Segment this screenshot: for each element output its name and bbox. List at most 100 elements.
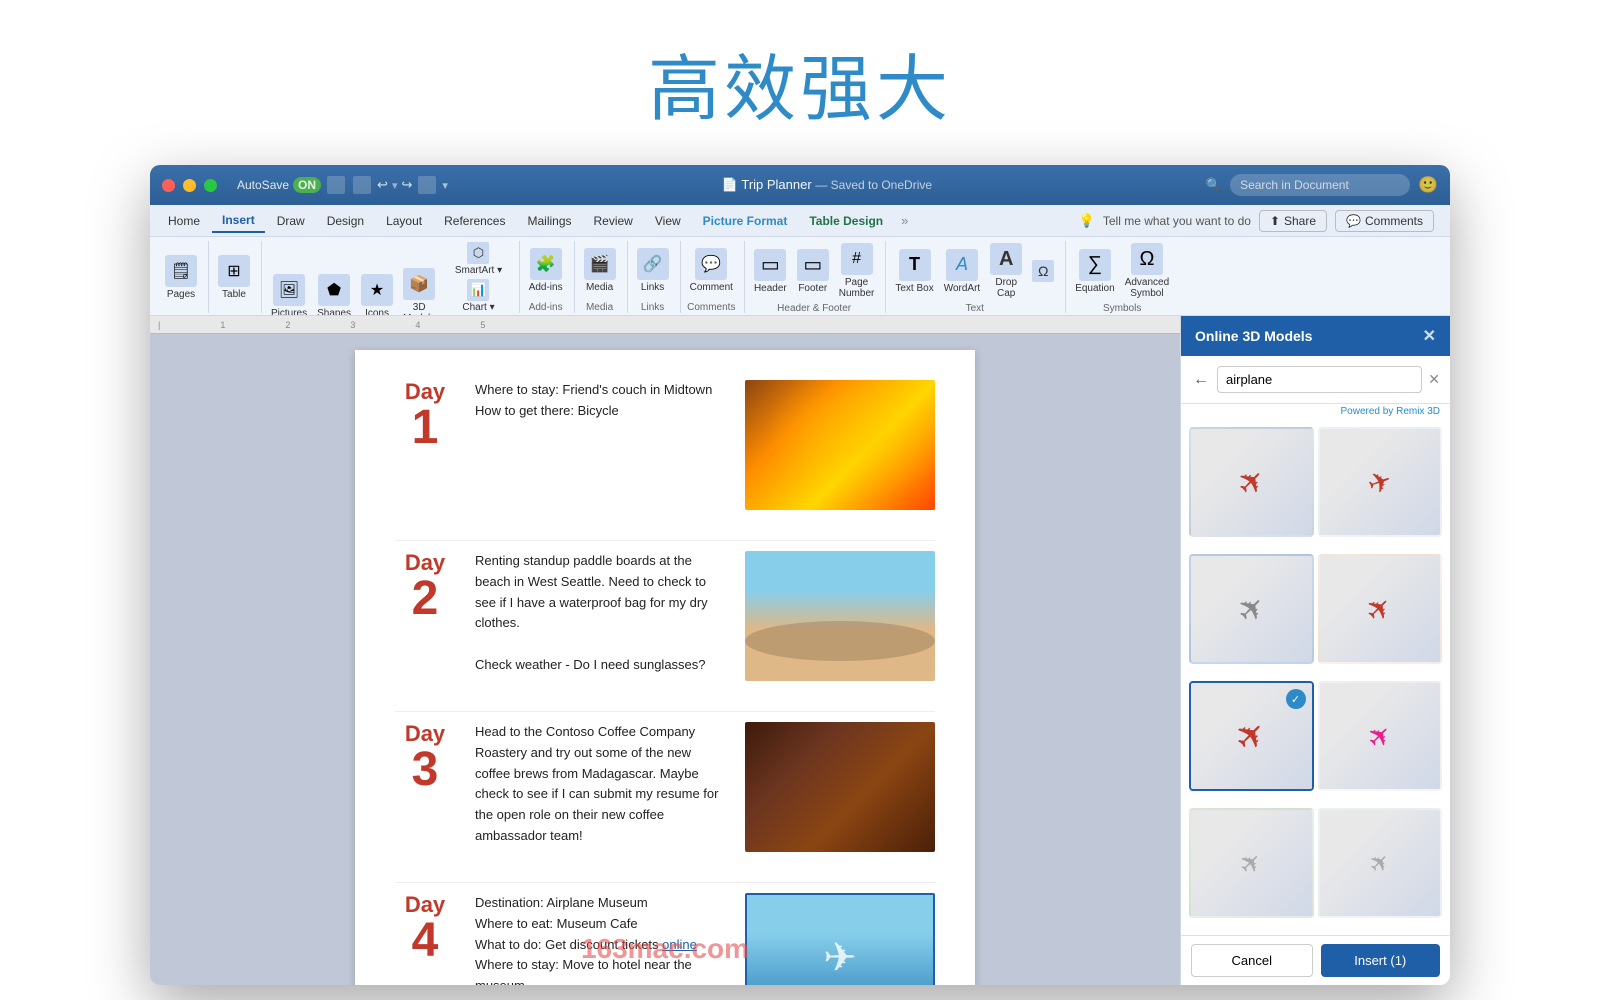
model-1-preview: ✈ (1191, 429, 1312, 535)
table-button[interactable]: ⊞ Table (215, 253, 253, 302)
links-button[interactable]: 🔗 Links (634, 246, 672, 295)
redo-icon[interactable]: ↪ (401, 177, 412, 193)
tab-mailings[interactable]: Mailings (517, 210, 581, 232)
model-item-5[interactable]: ✈ ✓ (1189, 681, 1314, 791)
plane-7-icon: ✈ (1233, 844, 1270, 881)
symbol-dropdown[interactable]: Ω (1029, 259, 1057, 283)
toolbar-icon-1[interactable] (327, 176, 345, 194)
advanced-symbol-icon: Ω (1131, 243, 1163, 275)
addins-button[interactable]: 🧩 Add-ins (526, 246, 566, 295)
title-bar-tools: AutoSave ON ↩ ▾ ↪ ▾ (237, 176, 448, 194)
ribbon-right-actions: 💡 Tell me what you want to do ⬆ Share 💬 … (1079, 210, 1442, 232)
links-icon: 🔗 (637, 248, 669, 280)
plane-5-icon: ✈ (1226, 710, 1277, 761)
3d-models-button[interactable]: 📦 3DModels (400, 266, 438, 315)
footer-label: Footer (798, 283, 827, 294)
advanced-symbol-label: AdvancedSymbol (1125, 277, 1169, 299)
models-grid: ✈ ✈ ✈ ✈ (1181, 423, 1450, 935)
text-box-icon: T (899, 249, 931, 281)
wordart-button[interactable]: A WordArt (941, 247, 984, 296)
share-button[interactable]: ⬆ Share (1259, 210, 1327, 232)
drop-cap-button[interactable]: A DropCap (987, 241, 1025, 301)
tab-table-design[interactable]: Table Design (799, 210, 893, 232)
tab-home[interactable]: Home (158, 210, 210, 232)
undo-icon[interactable]: ↩ (377, 177, 388, 193)
tab-layout[interactable]: Layout (376, 210, 432, 232)
tab-insert[interactable]: Insert (212, 209, 265, 233)
title-bar: AutoSave ON ↩ ▾ ↪ ▾ 📄 Trip Planner — Sav… (150, 165, 1450, 205)
close-button[interactable] (162, 179, 175, 192)
header-footer-group-label: Header & Footer (777, 303, 851, 314)
model-item-3[interactable]: ✈ (1189, 554, 1314, 664)
panel-close-button[interactable]: ✕ (1423, 326, 1436, 346)
tab-design[interactable]: Design (317, 210, 374, 232)
page-number-button[interactable]: # PageNumber (836, 241, 878, 301)
plane-3-icon: ✈ (1228, 586, 1274, 632)
ribbon-group-media: 🎬 Media Media (577, 241, 628, 313)
mac-window: AutoSave ON ↩ ▾ ↪ ▾ 📄 Trip Planner — Sav… (150, 165, 1450, 985)
panel-insert-button[interactable]: Insert (1) (1321, 944, 1441, 977)
page-number-label: PageNumber (839, 277, 875, 299)
model-item-1[interactable]: ✈ (1189, 427, 1314, 537)
day-3-entry: Day 3 Head to the Contoso Coffee Company… (395, 722, 935, 852)
ribbon: Home Insert Draw Design Layout Reference… (150, 205, 1450, 316)
search-in-document-input[interactable] (1230, 174, 1410, 196)
more-tabs-icon[interactable]: » (895, 213, 914, 228)
tab-review[interactable]: Review (584, 210, 643, 232)
undo-arrow: ▾ (392, 179, 398, 192)
model-item-2[interactable]: ✈ (1318, 427, 1443, 537)
pictures-button[interactable]: 🖼 Pictures (268, 272, 310, 316)
toolbar-icon-3[interactable] (418, 176, 436, 194)
text-box-button[interactable]: T Text Box (892, 247, 936, 296)
remix-3d-link[interactable]: Remix 3D (1396, 406, 1440, 417)
header-button[interactable]: ▭ Header (751, 247, 790, 296)
links-label: Links (641, 282, 664, 293)
media-button[interactable]: 🎬 Media (581, 246, 619, 295)
model-item-7[interactable]: ✈ (1189, 808, 1314, 918)
tab-references[interactable]: References (434, 210, 515, 232)
panel-search-clear-button[interactable]: ✕ (1428, 371, 1440, 388)
addins-label: Add-ins (529, 282, 563, 293)
day-1-line-2: How to get there: Bicycle (475, 401, 725, 422)
maximize-button[interactable] (204, 179, 217, 192)
ribbon-group-text: T Text Box A WordArt A DropCap Ω T (888, 241, 1066, 313)
panel-cancel-button[interactable]: Cancel (1191, 944, 1313, 977)
equation-button[interactable]: ∑ Equation (1072, 247, 1117, 296)
document-content: Day 1 Where to stay: Friend's couch in M… (150, 334, 1180, 985)
advanced-symbol-button[interactable]: Ω AdvancedSymbol (1122, 241, 1172, 301)
model-item-6[interactable]: ✈ (1318, 681, 1443, 791)
panel-search-input[interactable] (1217, 366, 1422, 393)
chart-button[interactable]: 📊 Chart ▾ (446, 278, 510, 314)
symbol-icon: Ω (1032, 260, 1054, 282)
day-1-image (745, 380, 935, 510)
emoji-icon[interactable]: 🙂 (1418, 175, 1438, 195)
plane-1-icon: ✈ (1228, 459, 1274, 505)
autosave-toggle[interactable]: ON (293, 177, 321, 193)
tell-me-text[interactable]: Tell me what you want to do (1103, 214, 1251, 228)
smartart-button[interactable]: ⬡ SmartArt ▾ (446, 241, 510, 277)
plane-8-icon: ✈ (1362, 846, 1397, 881)
toolbar-icon-2[interactable] (353, 176, 371, 194)
comment-button[interactable]: 💬 Comment (687, 246, 736, 295)
day-2-label: Day 2 (395, 551, 455, 623)
main-area: | 1 2 3 4 5 Day 1 Where to stay: F (150, 316, 1450, 985)
pages-button[interactable]: 🗒 Pages (162, 253, 200, 302)
tab-draw[interactable]: Draw (267, 210, 315, 232)
comments-group-label: Comments (687, 302, 735, 313)
shapes-button[interactable]: ⬟ Shapes (314, 272, 354, 316)
model-item-8[interactable]: ✈ (1318, 808, 1443, 918)
panel-back-button[interactable]: ← (1191, 369, 1211, 391)
comments-button[interactable]: 💬 Comments (1335, 210, 1434, 232)
tab-view[interactable]: View (645, 210, 691, 232)
ribbon-group-illustrations: 🖼 Pictures ⬟ Shapes ★ Icons 📦 3DModels (264, 241, 520, 313)
footer-button[interactable]: ▭ Footer (794, 247, 832, 296)
icons-button[interactable]: ★ Icons (358, 272, 396, 316)
model-item-4[interactable]: ✈ (1318, 554, 1443, 664)
text-box-label: Text Box (895, 283, 933, 294)
table-icon: ⊞ (218, 255, 250, 287)
day-1-num: 1 (395, 404, 455, 452)
table-label: Table (222, 289, 246, 300)
more-icon[interactable]: ▾ (442, 179, 448, 192)
minimize-button[interactable] (183, 179, 196, 192)
tab-picture-format[interactable]: Picture Format (693, 210, 798, 232)
